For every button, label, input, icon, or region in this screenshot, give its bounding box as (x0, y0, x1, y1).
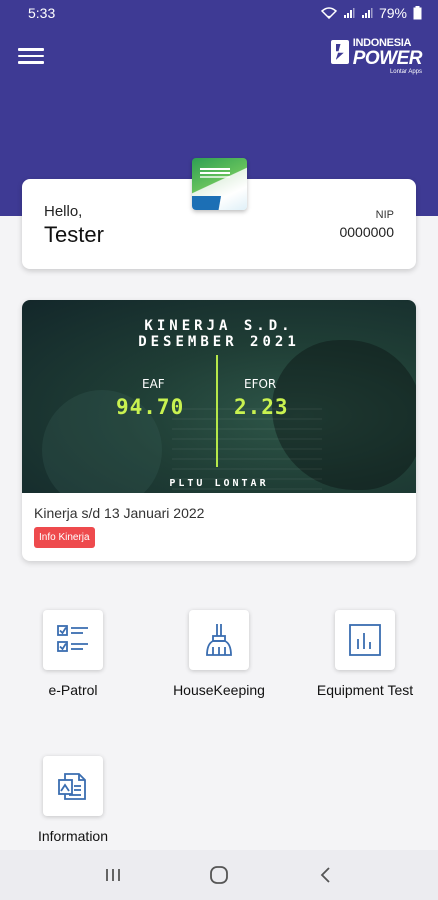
battery-percent: 79% (378, 5, 407, 21)
user-name: Tester (44, 222, 104, 247)
signal-icon (361, 7, 373, 19)
lightning-logo-icon (330, 40, 349, 64)
greeting: Hello, (44, 203, 83, 220)
menu-housekeeping[interactable]: HouseKeeping (164, 610, 274, 698)
employee-id-card-icon (192, 158, 247, 210)
banner-title-line1: KINERJA S.D. (144, 318, 294, 334)
menu-label: HouseKeeping (173, 682, 265, 698)
hamburger-menu-icon[interactable] (18, 44, 44, 68)
info-kinerja-badge[interactable]: Info Kinerja (34, 527, 95, 548)
signal-icon (343, 7, 355, 19)
wifi-icon (320, 7, 337, 19)
brand-logo: INDONESIA POWER Lontar Apps (330, 38, 423, 75)
menu-equipment-test[interactable]: Equipment Test (310, 610, 420, 698)
checklist-icon (43, 610, 103, 670)
status-time: 5:33 (28, 5, 56, 21)
nip-value: 0000000 (339, 224, 394, 240)
menu-label: Equipment Test (316, 682, 414, 698)
performance-banner: KINERJA S.D. DESEMBER 2021 EAF 94.70 EFO… (22, 300, 416, 493)
plant-name: PLTU LONTAR (169, 478, 269, 489)
performance-card[interactable]: KINERJA S.D. DESEMBER 2021 EAF 94.70 EFO… (22, 300, 416, 561)
performance-caption: Kinerja s/d 13 Januari 2022 (34, 505, 205, 521)
efor-value: 2.23 (234, 395, 289, 419)
system-nav-bar (0, 850, 438, 900)
documents-icon (43, 756, 103, 816)
broom-icon (189, 610, 249, 670)
eaf-value: 94.70 (116, 395, 185, 419)
eaf-label: EAF (142, 377, 165, 391)
back-icon[interactable] (305, 855, 345, 895)
efor-label: EFOR (244, 377, 277, 391)
brand-line3: Lontar Apps (389, 69, 422, 75)
menu-label: Information (37, 828, 109, 844)
bar-chart-icon (335, 610, 395, 670)
menu-e-patrol[interactable]: e-Patrol (18, 610, 128, 698)
banner-divider (216, 355, 218, 467)
brand-line2: POWER (352, 48, 423, 69)
menu-information[interactable]: Information (18, 756, 128, 844)
status-bar: 5:33 79% (0, 0, 438, 26)
home-icon[interactable] (199, 855, 239, 895)
recent-apps-icon[interactable] (93, 855, 133, 895)
nip-label: NIP (375, 209, 394, 221)
battery-icon (413, 6, 422, 20)
menu-label: e-Patrol (48, 682, 98, 698)
banner-title-line2: DESEMBER 2021 (138, 334, 300, 350)
